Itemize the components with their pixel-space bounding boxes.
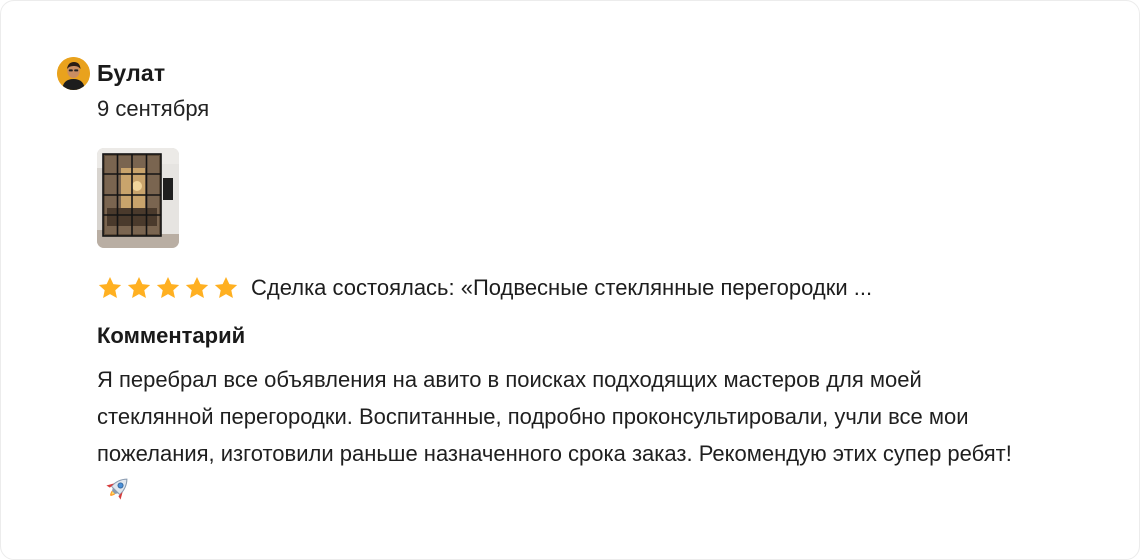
star-rating <box>97 275 239 301</box>
deal-status-link[interactable]: Сделка состоялась: «Подвесные стеклянные… <box>251 275 1051 301</box>
comment-body: Я перебрал все объявления на авито в пои… <box>97 361 1017 509</box>
review-card: Булат 9 сентября Сделка состоялась: «Под… <box>0 0 1140 560</box>
comment-text: Я перебрал все объявления на авито в пои… <box>97 367 1012 466</box>
avatar[interactable] <box>57 57 90 90</box>
comment-heading: Комментарий <box>97 323 246 348</box>
rating-row: Сделка состоялась: «Подвесные стеклянные… <box>97 271 1051 305</box>
star-icon <box>185 276 209 298</box>
star-icon <box>127 276 151 298</box>
review-header: Булат <box>57 57 165 90</box>
star-icon <box>156 276 180 298</box>
review-date: 9 сентября <box>97 96 210 121</box>
star-icon <box>98 276 122 298</box>
rocket-icon <box>106 478 128 500</box>
star-icon <box>214 276 238 298</box>
author-name[interactable]: Булат <box>97 60 165 87</box>
review-photo-thumbnail[interactable] <box>97 148 179 248</box>
